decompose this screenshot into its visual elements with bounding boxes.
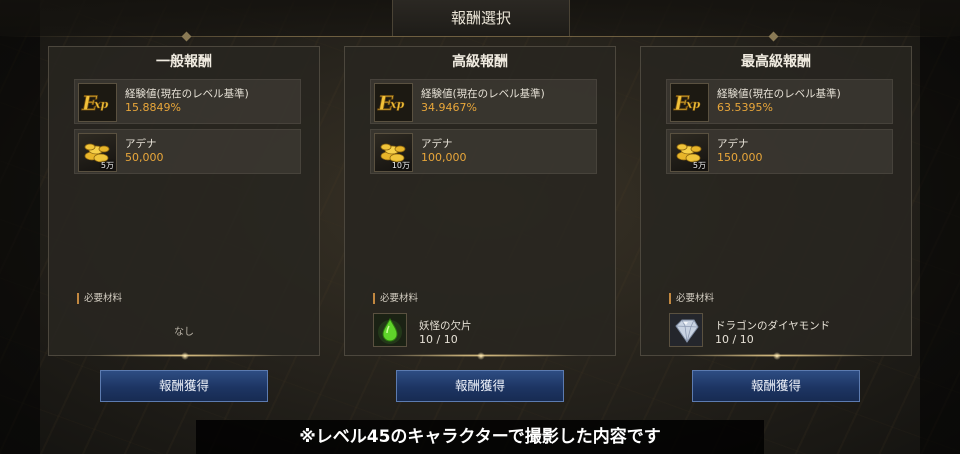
claim-reward-button-premium[interactable]: 報酬獲得 (396, 370, 564, 402)
exp-reward-row: Exp 経験値(現在のレベル基準) 63.5395% (666, 79, 893, 124)
material-name: ドラゴンのダイヤモンド (715, 320, 831, 332)
diamond-icon (669, 313, 703, 347)
adena-qty-badge: 5万 (692, 161, 706, 170)
claim-reward-button-supreme[interactable]: 報酬獲得 (692, 370, 860, 402)
panel-title: 一般報酬 (156, 54, 212, 70)
exp-reward-name: 経験値(現在のレベル基準) (717, 88, 841, 100)
panel-glow-dot (181, 352, 189, 360)
material-name: 妖怪の欠片 (419, 320, 472, 332)
gold-coins-icon: 10万 (374, 133, 413, 172)
reward-panel-premium: 高級報酬 Exp 経験値(現在のレベル基準) 34.9467% 10万 アデナ … (344, 46, 616, 360)
claim-reward-button-normal[interactable]: 報酬獲得 (100, 370, 268, 402)
adena-reward-value: 100,000 (421, 151, 467, 164)
required-materials-label: 必要材料 (373, 293, 418, 304)
exp-reward-value: 63.5395% (717, 101, 773, 114)
gold-coins-icon: 5万 (78, 133, 117, 172)
adena-reward-name: アデナ (125, 138, 157, 150)
reward-panel-normal: 一般報酬 Exp 経験値(現在のレベル基準) 15.8849% 5万 アデナ 5… (48, 46, 320, 360)
required-materials-label: 必要材料 (669, 293, 714, 304)
exp-reward-value: 15.8849% (125, 101, 181, 114)
required-materials-label: 必要材料 (77, 293, 122, 304)
green-droplet-icon (373, 313, 407, 347)
panel-title: 高級報酬 (452, 54, 508, 70)
exp-reward-row: Exp 経験値(現在のレベル基準) 15.8849% (74, 79, 301, 124)
exp-icon: Exp (78, 83, 117, 122)
panel-glow-dot (773, 352, 781, 360)
material-count: 10 / 10 (715, 333, 754, 346)
exp-reward-name: 経験値(現在のレベル基準) (421, 88, 545, 100)
panel-title: 最高級報酬 (741, 54, 811, 70)
material-item: ドラゴンのダイヤモンド 10 / 10 (669, 313, 899, 349)
adena-reward-row: 10万 アデナ 100,000 (370, 129, 597, 174)
required-materials-none: なし (174, 327, 194, 338)
adena-reward-value: 150,000 (717, 151, 763, 164)
adena-reward-row: 5万 アデナ 50,000 (74, 129, 301, 174)
adena-reward-name: アデナ (421, 138, 453, 150)
svg-text:xp: xp (389, 98, 405, 111)
adena-reward-row: 5万 アデナ 150,000 (666, 129, 893, 174)
gold-coins-icon: 5万 (670, 133, 709, 172)
title-divider (0, 36, 960, 37)
caption-bar: ※レベル45のキャラクターで撮影した内容です (196, 420, 764, 454)
caption-text: ※レベル45のキャラクターで撮影した内容です (299, 427, 661, 447)
exp-reward-name: 経験値(現在のレベル基準) (125, 88, 249, 100)
svg-text:xp: xp (685, 98, 701, 111)
panel-glow-dot (477, 352, 485, 360)
exp-icon: Exp (374, 83, 413, 122)
reward-panel-supreme: 最高級報酬 Exp 経験値(現在のレベル基準) 63.5395% 5万 アデナ … (640, 46, 912, 360)
material-item: 妖怪の欠片 10 / 10 (373, 313, 603, 349)
svg-text:xp: xp (93, 98, 109, 111)
exp-icon: Exp (670, 83, 709, 122)
adena-reward-value: 50,000 (125, 151, 164, 164)
adena-qty-badge: 5万 (100, 161, 114, 170)
material-count: 10 / 10 (419, 333, 458, 346)
adena-reward-name: アデナ (717, 138, 749, 150)
exp-reward-row: Exp 経験値(現在のレベル基準) 34.9467% (370, 79, 597, 124)
dialog-title: 報酬選択 (392, 0, 570, 36)
exp-reward-value: 34.9467% (421, 101, 477, 114)
adena-qty-badge: 10万 (391, 161, 410, 170)
